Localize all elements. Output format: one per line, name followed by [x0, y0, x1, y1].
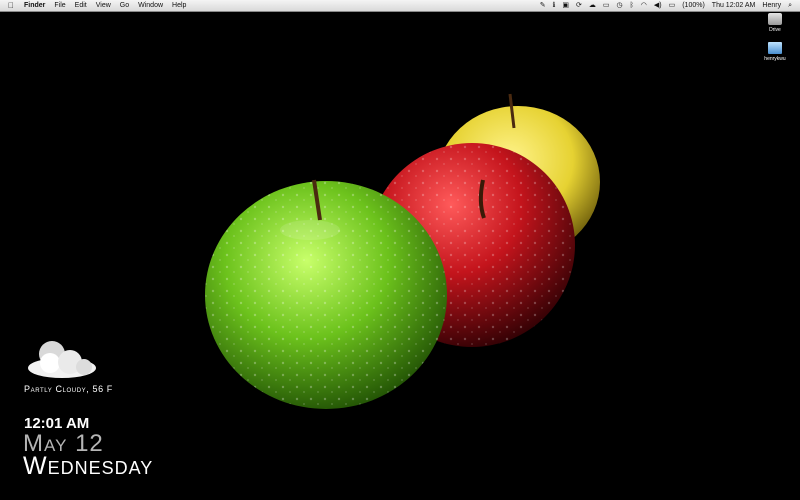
desktop-icon-henrykwu[interactable]: henrykwu — [755, 42, 795, 62]
user-name[interactable]: Henry — [762, 0, 781, 11]
status-area: ✎ ℹ ▣ ⟳ ☁ ▭ ◷ ᛒ ◠ ◀) ▭ (100%) Thu 12:02 … — [533, 0, 800, 11]
cloud-icon[interactable]: ☁ — [589, 0, 596, 11]
tool-icon[interactable]: ✎ — [540, 0, 546, 11]
hard-drive-icon — [768, 13, 782, 25]
menu-window[interactable]: Window — [138, 0, 163, 11]
menubar-clock[interactable]: Thu 12:02 AM — [712, 0, 756, 11]
sync-icon[interactable]: ⟳ — [576, 0, 582, 11]
bluetooth-icon[interactable]: ᛒ — [630, 0, 634, 11]
green-apple — [205, 179, 447, 409]
menu-bar:  Finder File Edit View Go Window Help ✎… — [0, 0, 800, 12]
dropbox-icon[interactable]: ▣ — [562, 0, 569, 11]
menu-finder[interactable]: Finder — [24, 0, 45, 11]
desktop-icon-label: Drive — [769, 27, 781, 33]
time-machine-icon[interactable]: ◷ — [616, 0, 622, 11]
menu-go[interactable]: Go — [120, 0, 129, 11]
apple-logo-icon[interactable]:  — [8, 0, 18, 11]
user-folder-icon — [768, 42, 782, 54]
desktop-wallpaper — [205, 93, 600, 409]
menu-view[interactable]: View — [96, 0, 111, 11]
battery-icon[interactable]: ▭ — [669, 0, 676, 11]
info-icon[interactable]: ℹ — [553, 0, 556, 11]
menu-help[interactable]: Help — [172, 0, 186, 11]
battery-percent: (100%) — [682, 2, 705, 9]
weather-text: Partly Cloudy, 56 F — [24, 384, 113, 394]
menu-file[interactable]: File — [54, 0, 65, 11]
widget-day: Wednesday — [23, 452, 154, 480]
desktop-icon-label: henrykwu — [764, 56, 786, 62]
volume-icon[interactable]: ◀) — [654, 0, 662, 11]
menu-edit[interactable]: Edit — [75, 0, 87, 11]
desktop-icon-drive[interactable]: Drive — [755, 13, 795, 33]
partly-cloudy-icon — [28, 341, 96, 378]
wifi-icon[interactable]: ◠ — [641, 0, 647, 11]
display-icon[interactable]: ▭ — [603, 0, 610, 11]
spotlight-search-icon[interactable]: ⌕ — [788, 0, 792, 11]
